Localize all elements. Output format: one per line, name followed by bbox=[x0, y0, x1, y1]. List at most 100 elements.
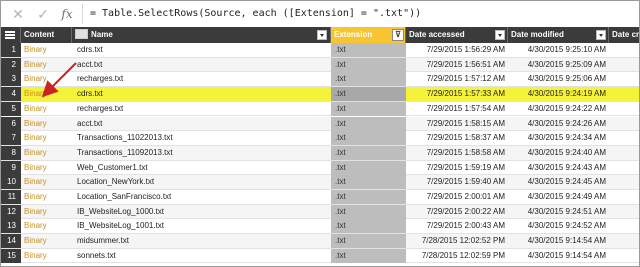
table-row[interactable]: 6 Binary acct.txt .txt 7/29/2015 1:58:15 AM 4… bbox=[1, 116, 639, 132]
cell-name: Location_SanFrancisco.txt bbox=[77, 192, 172, 201]
cell-date-created bbox=[609, 43, 639, 57]
cell-date-accessed: 7/29/2015 1:58:58 AM bbox=[426, 147, 505, 157]
cell-date-modified: 4/30/2015 9:24:34 AM bbox=[527, 133, 606, 143]
cell-extension: .txt bbox=[331, 190, 406, 204]
cell-name: Transactions_11022013.txt bbox=[77, 133, 173, 143]
table-row[interactable]: 3 Binary recharges.txt .txt 7/29/2015 1:57:1… bbox=[1, 72, 639, 88]
cell-date-modified: 4/30/2015 9:24:19 AM bbox=[527, 89, 606, 99]
cell-extension: .txt bbox=[331, 145, 406, 160]
binary-link[interactable]: Binary bbox=[21, 58, 72, 72]
cell-extension: .txt bbox=[331, 234, 406, 249]
table-row[interactable]: 10 Binary Location_NewYork.txt .txt 7/29/201… bbox=[1, 175, 639, 190]
check-icon[interactable]: ✓ bbox=[34, 5, 52, 23]
cell-name: IB_WebsiteLog_1001.txt bbox=[77, 221, 165, 231]
column-header-label: Extension bbox=[334, 30, 373, 39]
binary-link[interactable]: Binary bbox=[21, 190, 72, 204]
cell-extension: .txt bbox=[331, 175, 406, 190]
row-number: 3 bbox=[1, 72, 21, 87]
cell-extension: .txt bbox=[331, 57, 406, 72]
cell-date-modified: 4/30/2015 9:14:54 AM bbox=[527, 250, 606, 260]
table-row[interactable]: 2 Binary acct.txt .txt 7/29/2015 1:56:51 AM 4… bbox=[1, 57, 639, 73]
table-row[interactable]: 13 Binary IB_WebsiteLog_1001.txt .txt 7/29/2… bbox=[1, 219, 639, 235]
table-row[interactable]: 8 Binary Transactions_11092013.txt .txt 7/29… bbox=[1, 145, 639, 161]
cell-name: Location_NewYork.txt bbox=[77, 177, 155, 187]
chevron-down-icon[interactable] bbox=[596, 30, 606, 40]
cell-date-modified: 4/30/2015 9:25:06 AM bbox=[527, 74, 606, 84]
cell-date-created bbox=[609, 175, 639, 189]
cell-date-created bbox=[609, 146, 639, 160]
filter-icon[interactable]: ⊽ bbox=[392, 29, 404, 41]
cell-name: cdrs.txt bbox=[77, 45, 103, 54]
cell-date-accessed: 7/29/2015 2:00:43 AM bbox=[426, 221, 505, 231]
column-header-row: Content Name Extension ⊽ Date accessed D… bbox=[1, 27, 639, 43]
binary-link[interactable]: Binary bbox=[21, 102, 72, 116]
cell-name: Transactions_11092013.txt bbox=[77, 147, 173, 157]
binary-link[interactable]: Binary bbox=[21, 249, 72, 263]
column-header-name[interactable]: Name bbox=[72, 27, 331, 43]
cell-name: IB_WebsiteLog_1000.txt bbox=[77, 206, 165, 216]
chevron-down-icon[interactable] bbox=[495, 30, 505, 40]
fx-icon[interactable]: fx bbox=[58, 5, 76, 23]
binary-link[interactable]: Binary bbox=[21, 146, 72, 160]
table-row[interactable]: 11 Binary Location_SanFrancisco.txt .txt 7/2… bbox=[1, 190, 639, 205]
close-icon[interactable]: ✕ bbox=[9, 5, 27, 23]
formula-input[interactable]: = Table.SelectRows(Source, each ([Extens… bbox=[82, 4, 638, 24]
text-type-icon[interactable] bbox=[75, 28, 88, 39]
cell-date-accessed: 7/28/2015 12:02:59 PM bbox=[421, 250, 505, 260]
cell-name: cdrs.txt bbox=[77, 89, 103, 99]
binary-link[interactable]: Binary bbox=[21, 131, 72, 145]
table-row[interactable]: 7 Binary Transactions_11022013.txt .txt 7/29… bbox=[1, 131, 639, 146]
table-row[interactable]: 1 Binary cdrs.txt .txt 7/29/2015 1:56:29 AM 4… bbox=[1, 43, 639, 58]
binary-link[interactable]: Binary bbox=[21, 72, 72, 86]
table-row[interactable]: 15 Binary sonnets.txt .txt 7/28/2015 12:02:5… bbox=[1, 248, 639, 264]
table-row[interactable]: 12 Binary IB_WebsiteLog_1000.txt .txt 7/29/2… bbox=[1, 204, 639, 220]
row-number: 14 bbox=[1, 234, 21, 249]
chevron-down-icon[interactable] bbox=[317, 30, 327, 40]
row-number: 11 bbox=[1, 190, 21, 204]
column-header-content[interactable]: Content bbox=[21, 27, 72, 43]
binary-link[interactable]: Binary bbox=[21, 175, 72, 189]
cell-extension: .txt bbox=[331, 160, 406, 175]
table-row[interactable]: 5 Binary recharges.txt .txt 7/29/2015 1:57:5… bbox=[1, 101, 639, 117]
cell-date-created bbox=[609, 161, 639, 175]
cell-extension: .txt bbox=[331, 87, 406, 102]
column-header-date-created[interactable]: Date crea bbox=[609, 27, 639, 43]
cell-extension: .txt bbox=[331, 101, 406, 116]
cell-date-modified: 4/30/2015 9:24:40 AM bbox=[527, 147, 606, 157]
column-header-label: Name bbox=[91, 30, 113, 39]
cell-date-accessed: 7/29/2015 1:57:54 AM bbox=[426, 103, 505, 113]
cell-extension: .txt bbox=[331, 116, 406, 131]
cell-date-created bbox=[609, 72, 639, 86]
binary-link[interactable]: Binary bbox=[21, 117, 72, 131]
cell-date-accessed: 7/29/2015 1:57:12 AM bbox=[426, 74, 505, 84]
cell-date-modified: 4/30/2015 9:24:26 AM bbox=[527, 118, 606, 128]
cell-date-modified: 4/30/2015 9:24:51 AM bbox=[527, 206, 606, 216]
row-number: 15 bbox=[1, 248, 21, 263]
column-header-date-accessed[interactable]: Date accessed bbox=[406, 27, 508, 43]
row-number: 5 bbox=[1, 101, 21, 116]
binary-link[interactable]: Binary bbox=[21, 205, 72, 219]
binary-link[interactable]: Binary bbox=[21, 161, 72, 175]
column-header-extension[interactable]: Extension ⊽ bbox=[331, 27, 406, 43]
cell-name: recharges.txt bbox=[77, 74, 124, 84]
table-row[interactable]: 14 Binary midsummer.txt .txt 7/28/2015 12:02… bbox=[1, 234, 639, 249]
cell-name: Web_Customer1.txt bbox=[77, 162, 148, 172]
column-header-date-modified[interactable]: Date modified bbox=[508, 27, 609, 43]
cell-date-created bbox=[609, 249, 639, 263]
cell-date-created bbox=[609, 190, 639, 204]
binary-link[interactable]: Binary bbox=[21, 43, 72, 57]
cell-date-accessed: 7/29/2015 2:00:22 AM bbox=[426, 206, 505, 216]
cell-name: sonnets.txt bbox=[77, 250, 116, 260]
binary-link[interactable]: Binary bbox=[21, 87, 72, 101]
cell-date-created bbox=[609, 131, 639, 145]
cell-date-accessed: 7/29/2015 1:56:29 AM bbox=[426, 45, 505, 54]
cell-name: recharges.txt bbox=[77, 103, 124, 113]
binary-link[interactable]: Binary bbox=[21, 234, 72, 248]
cell-extension: .txt bbox=[331, 204, 406, 219]
cell-extension: .txt bbox=[331, 131, 406, 146]
table-row[interactable]: 9 Binary Web_Customer1.txt .txt 7/29/2015 1:… bbox=[1, 160, 639, 176]
table-menu-button[interactable] bbox=[1, 27, 21, 43]
table-row-selected[interactable]: 4 Binary cdrs.txt .txt 7/29/2015 1:57:33 AM 4… bbox=[1, 87, 639, 102]
binary-link[interactable]: Binary bbox=[21, 219, 72, 233]
cell-date-created bbox=[609, 58, 639, 72]
